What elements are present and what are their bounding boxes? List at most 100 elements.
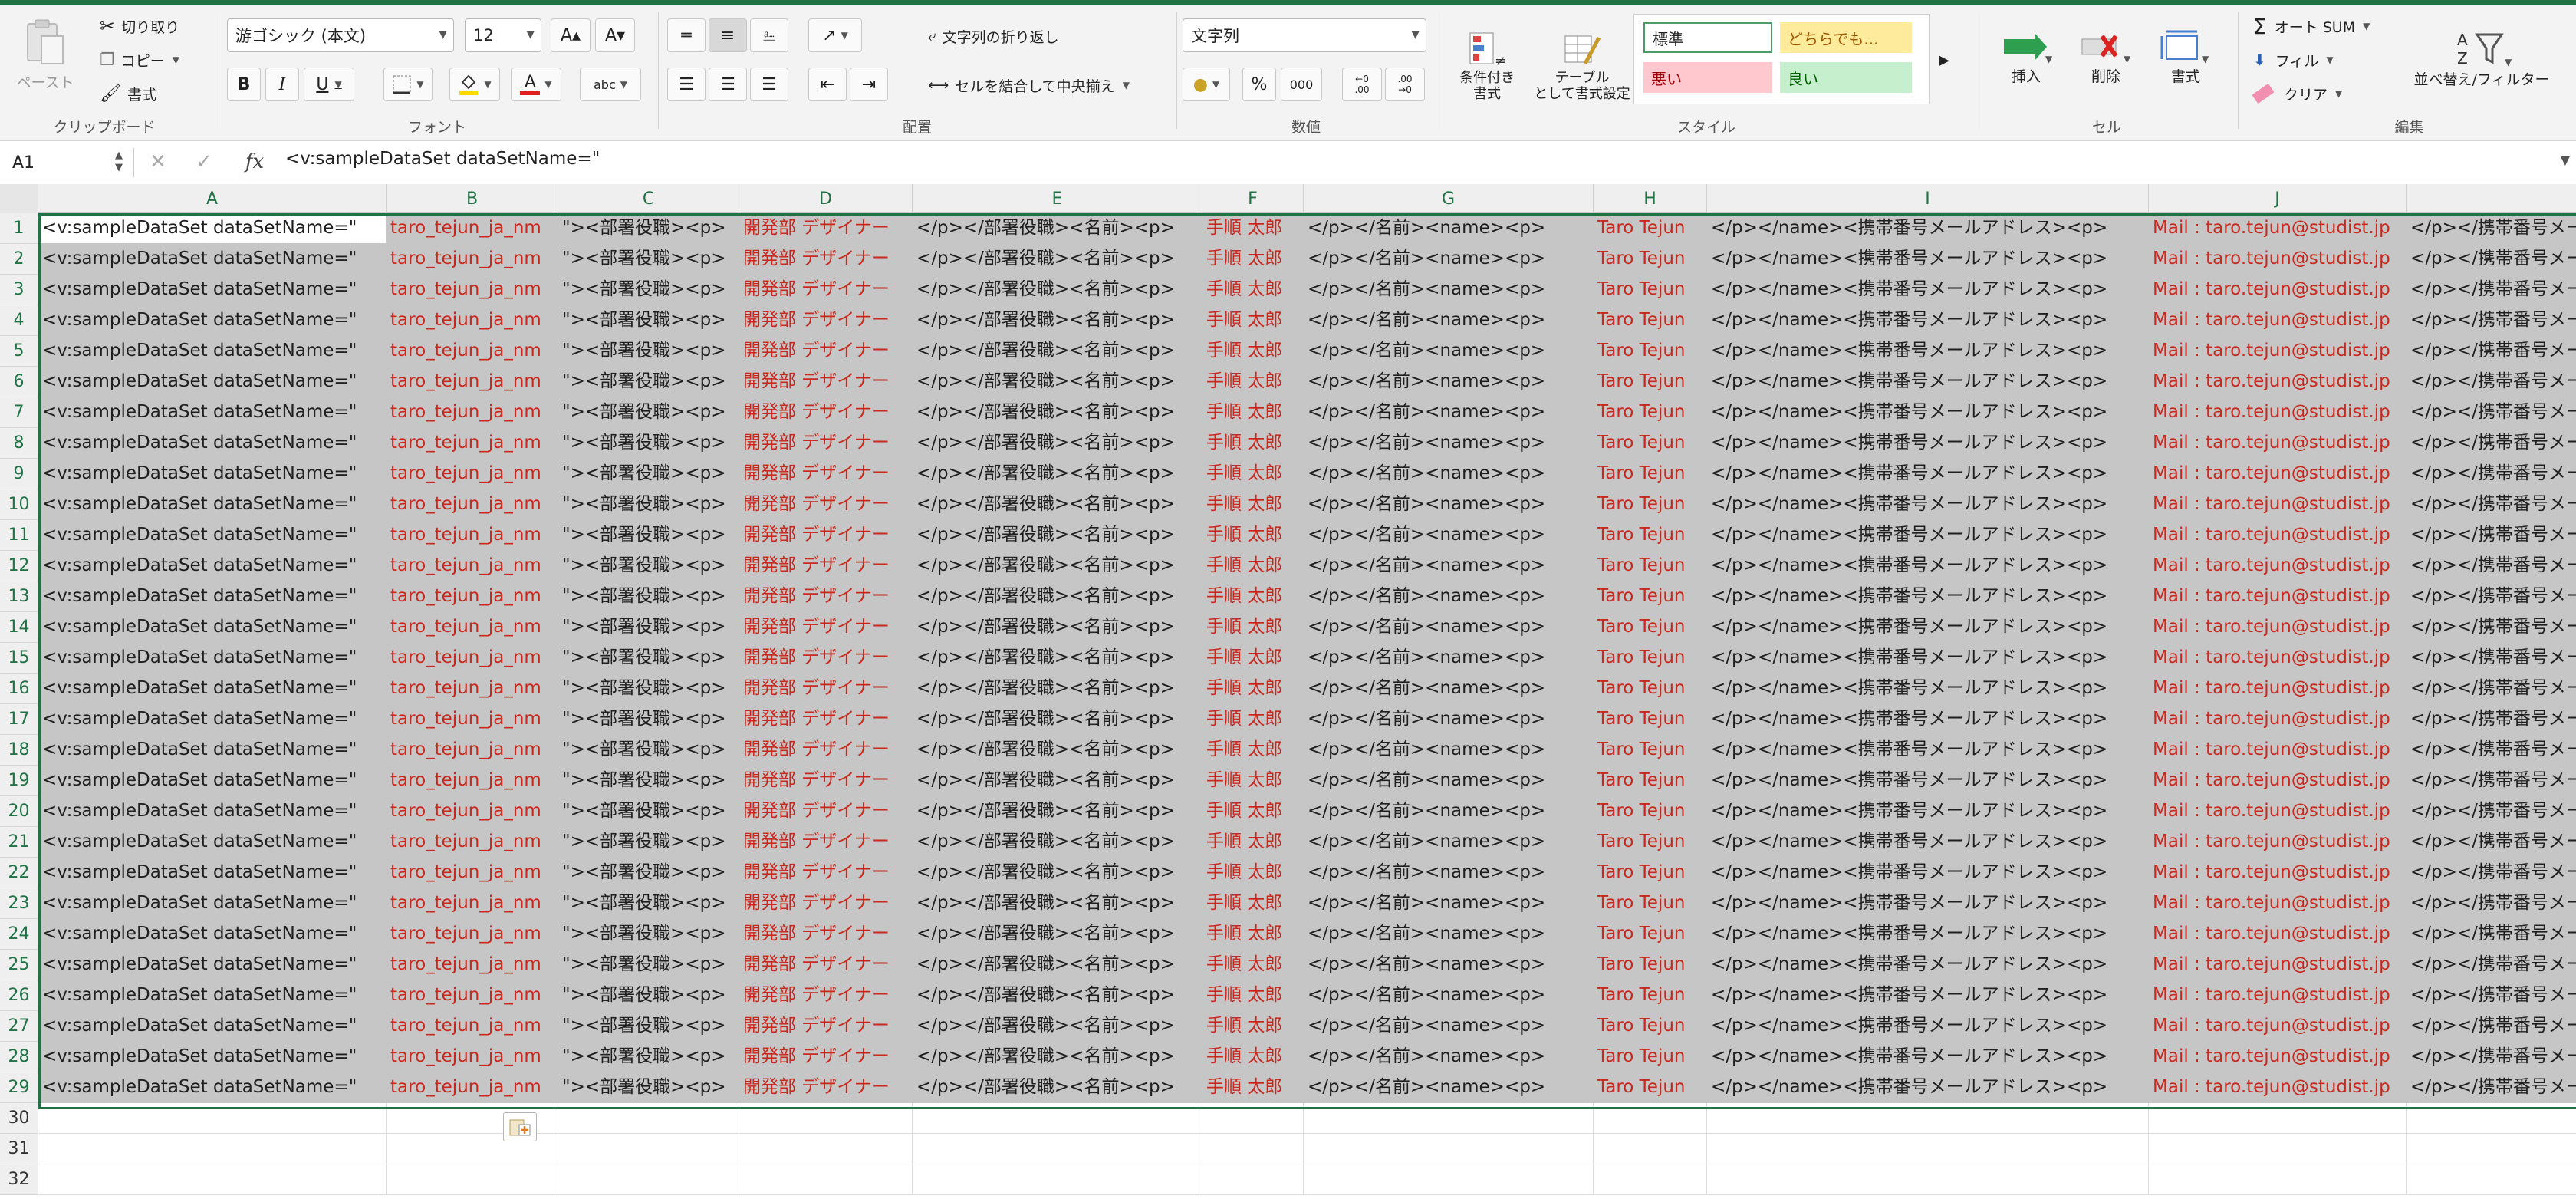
cell[interactable]: </p></携帯番号メー	[2407, 459, 2576, 489]
cell[interactable]: Mail : taro.tejun@studist.jp	[2149, 766, 2407, 796]
cell[interactable]: 手順 太郎	[1202, 397, 1304, 428]
cell[interactable]: </p></name><携帯番号メールアドレス><p>	[1707, 612, 2149, 643]
conditional-formatting-button[interactable]: ≠ 条件付き 書式	[1445, 20, 1529, 112]
font-color-button[interactable]: A ▼	[511, 68, 561, 101]
cell[interactable]: <v:sampleDataSet dataSetName="	[38, 459, 387, 489]
cell[interactable]: 開発部 デザイナー	[739, 397, 913, 428]
cell[interactable]: </p></name><携帯番号メールアドレス><p>	[1707, 704, 2149, 735]
align-center-button[interactable]: ☰	[709, 68, 747, 101]
fill-button[interactable]: ⬇ フィル ▼	[2253, 44, 2334, 75]
cell[interactable]: Mail : taro.tejun@studist.jp	[2149, 428, 2407, 459]
cell[interactable]: 手順 太郎	[1202, 766, 1304, 796]
cell[interactable]: Taro Tejun	[1594, 367, 1707, 397]
cell[interactable]: </p></名前><name><p>	[1304, 858, 1594, 888]
cell[interactable]: </p></名前><name><p>	[1304, 674, 1594, 704]
cell[interactable]: </p></携帯番号メー	[2407, 428, 2576, 459]
column-header[interactable]: J	[2149, 184, 2407, 213]
cell[interactable]: </p></部署役職><名前><p>	[913, 1042, 1202, 1072]
cell[interactable]: </p></名前><name><p>	[1304, 1072, 1594, 1103]
cell[interactable]: taro_tejun_ja_nm	[387, 766, 558, 796]
cell[interactable]: </p></携帯番号メー	[2407, 704, 2576, 735]
cell[interactable]: </p></部署役職><名前><p>	[913, 581, 1202, 612]
cell[interactable]: </p></部署役職><名前><p>	[913, 612, 1202, 643]
underline-button[interactable]: U ▼	[304, 68, 354, 101]
cell[interactable]: <v:sampleDataSet dataSetName="	[38, 397, 387, 428]
copy-button[interactable]: ❐ コピー ▼	[100, 46, 179, 74]
cell[interactable]	[913, 1164, 1202, 1195]
cell[interactable]: </p></部署役職><名前><p>	[913, 735, 1202, 766]
bold-button[interactable]: B	[227, 68, 261, 101]
orientation-button[interactable]: ↗ ▼	[808, 18, 862, 52]
cell[interactable]: Mail : taro.tejun@studist.jp	[2149, 397, 2407, 428]
cell[interactable]: </p></部署役職><名前><p>	[913, 1072, 1202, 1103]
cell[interactable]: "><部署役職><p>	[558, 858, 739, 888]
cell[interactable]: 開発部 デザイナー	[739, 858, 913, 888]
cell[interactable]: <v:sampleDataSet dataSetName="	[38, 428, 387, 459]
phonetic-button[interactable]: abc ▼	[580, 68, 641, 101]
cell[interactable]: <v:sampleDataSet dataSetName="	[38, 275, 387, 305]
cell[interactable]: Taro Tejun	[1594, 397, 1707, 428]
row-header[interactable]: 16	[0, 674, 38, 704]
cell[interactable]: 開発部 デザイナー	[739, 305, 913, 336]
cell[interactable]	[2149, 1134, 2407, 1164]
cell[interactable]: 開発部 デザイナー	[739, 213, 913, 244]
cell[interactable]: <v:sampleDataSet dataSetName="	[38, 367, 387, 397]
cell[interactable]: </p></携帯番号メー	[2407, 1072, 2576, 1103]
cell[interactable]: 開発部 デザイナー	[739, 1011, 913, 1042]
cell[interactable]	[387, 1164, 558, 1195]
checkmark-icon[interactable]: ✓	[189, 147, 219, 177]
cell[interactable]: Mail : taro.tejun@studist.jp	[2149, 244, 2407, 275]
cell[interactable]: 開発部 デザイナー	[739, 367, 913, 397]
cell[interactable]	[1304, 1103, 1594, 1134]
cell[interactable]: </p></部署役職><名前><p>	[913, 704, 1202, 735]
decrease-decimal-button[interactable]: .00 →0	[1385, 68, 1425, 101]
cell[interactable]: </p></name><携帯番号メールアドレス><p>	[1707, 674, 2149, 704]
cell[interactable]: </p></部署役職><名前><p>	[913, 244, 1202, 275]
cell[interactable]: 手順 太郎	[1202, 520, 1304, 551]
cell[interactable]	[2407, 1103, 2576, 1134]
cell[interactable]: 手順 太郎	[1202, 796, 1304, 827]
column-header[interactable]: H	[1594, 184, 1707, 213]
cell[interactable]: </p></携帯番号メー	[2407, 888, 2576, 919]
cell[interactable]: 開発部 デザイナー	[739, 612, 913, 643]
cell[interactable]: Taro Tejun	[1594, 796, 1707, 827]
cell[interactable]: </p></name><携帯番号メールアドレス><p>	[1707, 919, 2149, 950]
cell[interactable]: "><部署役職><p>	[558, 305, 739, 336]
cell[interactable]: </p></部署役職><名前><p>	[913, 796, 1202, 827]
cell[interactable]: </p></部署役職><名前><p>	[913, 643, 1202, 674]
cell[interactable]: 手順 太郎	[1202, 244, 1304, 275]
cell[interactable]: </p></名前><name><p>	[1304, 735, 1594, 766]
cell[interactable]: </p></携帯番号メー	[2407, 1042, 2576, 1072]
cell[interactable]: </p></名前><name><p>	[1304, 643, 1594, 674]
cell[interactable]: </p></name><携帯番号メールアドレス><p>	[1707, 459, 2149, 489]
cell[interactable]: 開発部 デザイナー	[739, 643, 913, 674]
cell[interactable]: Taro Tejun	[1594, 858, 1707, 888]
cell[interactable]: Mail : taro.tejun@studist.jp	[2149, 888, 2407, 919]
cell[interactable]: Mail : taro.tejun@studist.jp	[2149, 827, 2407, 858]
cell[interactable]: "><部署役職><p>	[558, 275, 739, 305]
cell[interactable]: </p></携帯番号メー	[2407, 551, 2576, 581]
cell[interactable]: taro_tejun_ja_nm	[387, 428, 558, 459]
row-header[interactable]: 19	[0, 766, 38, 796]
delete-cells-button[interactable]: ▼ 削除	[2068, 20, 2144, 94]
borders-button[interactable]: ▼	[383, 68, 433, 101]
cell[interactable]: <v:sampleDataSet dataSetName="	[38, 643, 387, 674]
row-header[interactable]: 28	[0, 1042, 38, 1072]
cell[interactable]: 手順 太郎	[1202, 643, 1304, 674]
shrink-font-button[interactable]: A▾	[595, 18, 635, 52]
cell[interactable]: taro_tejun_ja_nm	[387, 367, 558, 397]
row-header[interactable]: 4	[0, 305, 38, 336]
cell[interactable]: </p></name><携帯番号メールアドレス><p>	[1707, 397, 2149, 428]
cell[interactable]: 手順 太郎	[1202, 612, 1304, 643]
cell[interactable]: </p></名前><name><p>	[1304, 888, 1594, 919]
cell[interactable]: 手順 太郎	[1202, 336, 1304, 367]
cell[interactable]	[739, 1103, 913, 1134]
row-header[interactable]: 7	[0, 397, 38, 428]
cell[interactable]: 手順 太郎	[1202, 367, 1304, 397]
cell[interactable]: 手順 太郎	[1202, 888, 1304, 919]
cell[interactable]: Taro Tejun	[1594, 1042, 1707, 1072]
cell[interactable]: Taro Tejun	[1594, 766, 1707, 796]
cell[interactable]: 手順 太郎	[1202, 950, 1304, 980]
cell[interactable]: <v:sampleDataSet dataSetName="	[38, 766, 387, 796]
formula-input[interactable]: <v:sampleDataSet dataSetName="	[285, 149, 600, 169]
